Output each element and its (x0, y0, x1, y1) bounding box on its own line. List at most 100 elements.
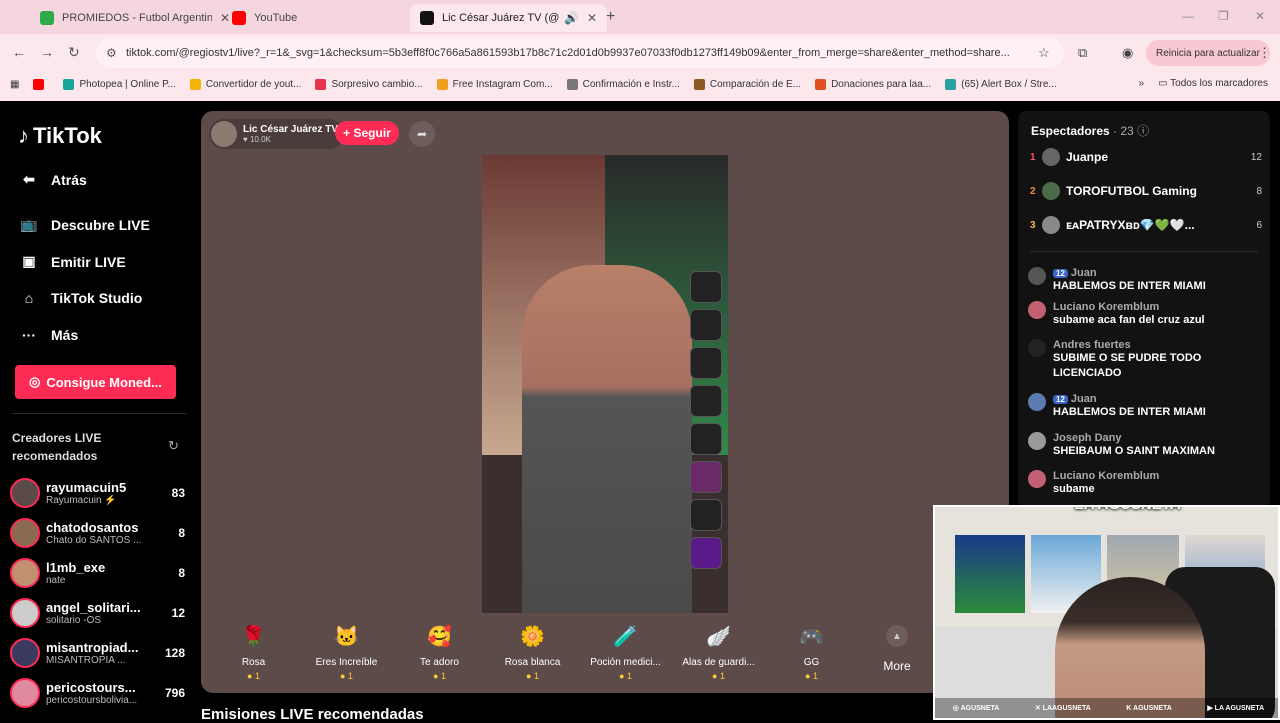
top-viewer[interactable]: 2 TOROFUTBOL Gaming 8 (1030, 179, 1262, 203)
tiktok-logo[interactable]: ♪ TikTok (18, 123, 102, 149)
nav-studio[interactable]: ⌂ TikTok Studio (18, 290, 143, 306)
menu-icon[interactable]: ⋮ (1258, 45, 1271, 61)
back-icon[interactable]: ← (12, 44, 26, 60)
site-info-icon[interactable]: ⚙ (106, 46, 117, 60)
bookmark-youtube[interactable] (33, 78, 49, 90)
avatar (10, 478, 40, 508)
gift-item[interactable]: 🎮 GG ● 1 (765, 613, 858, 693)
creator-item[interactable]: pericostours... pericostoursbolivia... 796 (10, 675, 185, 711)
gift-item[interactable]: 🪽 Alas de guardi... ● 1 (672, 613, 765, 693)
gift-label: Rosa (241, 657, 266, 668)
guest-thumbnail[interactable] (690, 461, 722, 493)
creator-name: angel_solitari... (46, 600, 141, 615)
extensions-icon[interactable]: ⧉ (1078, 45, 1087, 61)
youtube-icon (33, 78, 45, 90)
chat-message: Andres fuertes SUBIME O SE PUDRE TODO LIC… (1028, 339, 1260, 381)
tab-promiedos[interactable]: PROMIEDOS - Futbol Argentino ✕ (30, 4, 240, 32)
bookmark-item[interactable]: Sorpresivo cambio... (315, 78, 423, 90)
camera-icon: ▣ (22, 253, 36, 269)
recommended-lives-title: Emisiones LIVE recomendadas (201, 706, 424, 723)
tiktok-icon (420, 11, 434, 25)
top-viewer[interactable]: 1 Juanpe 12 (1030, 145, 1262, 169)
bookmark-item[interactable]: Convertidor de yout... (189, 78, 301, 90)
chat-user: 12 Juan (1053, 393, 1260, 405)
potion-icon: 🧪 (613, 625, 638, 648)
restore-icon[interactable]: ❐ (1218, 9, 1229, 23)
bookmark-label: (65) Alert Box / Stre... (961, 78, 1057, 90)
gift-item[interactable]: 🥰 Te adoro ● 1 (393, 613, 486, 693)
refresh-icon[interactable]: ↻ (168, 438, 179, 454)
gift-item[interactable]: 🌹 Rosa ● 1 (207, 613, 300, 693)
chat-username: Juan (1070, 267, 1097, 279)
viewer-score: 6 (1256, 219, 1262, 231)
creator-item[interactable]: misantropiad... MISANTROPIA ... 128 (10, 635, 185, 671)
x-handle: ✕ LAAGUSNETA (1034, 705, 1091, 712)
host-name: Lic César Juárez TV (243, 124, 339, 135)
nav-more[interactable]: ··· Más (18, 327, 78, 343)
forward-icon[interactable]: → (40, 44, 54, 60)
help-icon[interactable]: ⓘ (1137, 124, 1149, 138)
tiktok-note-icon: ♪ (18, 123, 29, 148)
chat-message: Joseph Dany SHEIBAUM O SAINT MAXIMAN (1028, 432, 1260, 459)
creator-item[interactable]: l1mb_exe nate 8 (10, 555, 185, 591)
nav-back[interactable]: ⬅ Atrás (18, 171, 87, 188)
guest-thumbnail[interactable] (690, 347, 722, 379)
avatar (1042, 148, 1060, 166)
guest-thumbnail[interactable] (690, 537, 722, 569)
guest-thumbnail[interactable] (690, 309, 722, 341)
creator-item[interactable]: angel_solitari... solitario -OS 12 (10, 595, 185, 631)
share-icon[interactable]: ➦ (409, 121, 435, 147)
gift-item[interactable]: 🌼 Rosa blanca ● 1 (486, 613, 579, 693)
bookmark-item[interactable]: (65) Alert Box / Stre... (945, 78, 1057, 90)
avatar (1028, 432, 1046, 450)
creator-name: pericostours... (46, 680, 136, 695)
top-viewer[interactable]: 3 ᴇᴀPATRYXʙᴅ💎💚🤍... 6 (1030, 213, 1262, 237)
apps-icon[interactable]: ▦ (10, 79, 19, 90)
viewer-count: 128 (164, 646, 185, 660)
viewer-name: ᴇᴀPATRYXʙᴅ💎💚🤍... (1066, 218, 1195, 232)
viewers-label: Espectadores (1031, 124, 1110, 138)
bookmark-item[interactable]: Comparación de E... (693, 78, 801, 90)
address-bar[interactable]: ⚙ tiktok.com/@regiostv1/live?_r=1&_svg=1… (96, 38, 1064, 68)
bookmark-item[interactable]: Confirmación e Instr... (566, 78, 680, 90)
gift-label: Alas de guardi... (682, 657, 755, 668)
live-video[interactable] (482, 155, 728, 613)
profile-icon[interactable]: ◉ (1122, 45, 1133, 61)
guest-thumbnail[interactable] (690, 423, 722, 455)
bookmark-item[interactable]: Photopea | Online P... (63, 78, 176, 90)
gift-item[interactable]: 🐱 Eres Increíble ● 1 (300, 613, 393, 693)
chat-user: 12 Juan (1053, 267, 1260, 279)
window-close-icon[interactable]: ✕ (1255, 9, 1265, 23)
creator-item[interactable]: chatodosantos Chato do SANTOS ... 8 (10, 515, 185, 551)
speaker-icon[interactable]: 🔊 (564, 11, 579, 25)
guest-thumbnail[interactable] (690, 385, 722, 417)
update-button[interactable]: Reinicia para actualizar (1146, 40, 1270, 66)
bookmark-item[interactable]: Donaciones para laa... (815, 78, 931, 90)
tab-youtube[interactable]: YouTube ✕ (222, 4, 432, 32)
guest-thumbnail[interactable] (690, 499, 722, 531)
minimize-icon[interactable]: — (1182, 9, 1194, 23)
bookmark-item[interactable]: Free Instagram Com... (436, 78, 553, 90)
bookmark-star-icon[interactable]: ☆ (1038, 45, 1050, 61)
more-gifts-button[interactable]: ▲ More (873, 625, 921, 673)
gift-item[interactable]: 🧪 Poción medici... ● 1 (579, 613, 672, 693)
host-info[interactable]: Lic César Juárez TV ♥ 10.0K (209, 119, 345, 149)
tab-tiktok[interactable]: Lic César Juárez TV (@regiostv1) 🔊 ✕ (410, 4, 608, 32)
promiedos-icon (40, 11, 54, 25)
reload-icon[interactable]: ↻ (68, 44, 80, 61)
creator-item[interactable]: rayumacuin5 Rayumacuin ⚡ 83 (10, 475, 185, 511)
nav-discover-live[interactable]: 📺 Descubre LIVE (18, 216, 150, 233)
close-icon[interactable]: ✕ (587, 11, 597, 25)
guest-thumbnail[interactable] (690, 271, 722, 303)
all-bookmarks[interactable]: » ▭ Todos los marcadores (1139, 78, 1268, 89)
new-tab-icon[interactable]: + (606, 8, 615, 26)
gift-price-value: 1 (719, 671, 725, 681)
viewer-name: TOROFUTBOL Gaming (1066, 184, 1197, 198)
nav-go-live[interactable]: ▣ Emitir LIVE (18, 253, 125, 270)
creator-subtitle: solitario -OS (46, 615, 102, 626)
chevron-up-icon: ▲ (886, 625, 908, 647)
rose-icon: 🌹 (241, 625, 266, 648)
follow-button[interactable]: + Seguir (335, 121, 399, 145)
get-coins-button[interactable]: ◎ Consigue Moned... (15, 365, 176, 399)
tab-strip: PROMIEDOS - Futbol Argentino ✕ YouTube ✕… (0, 0, 1280, 34)
